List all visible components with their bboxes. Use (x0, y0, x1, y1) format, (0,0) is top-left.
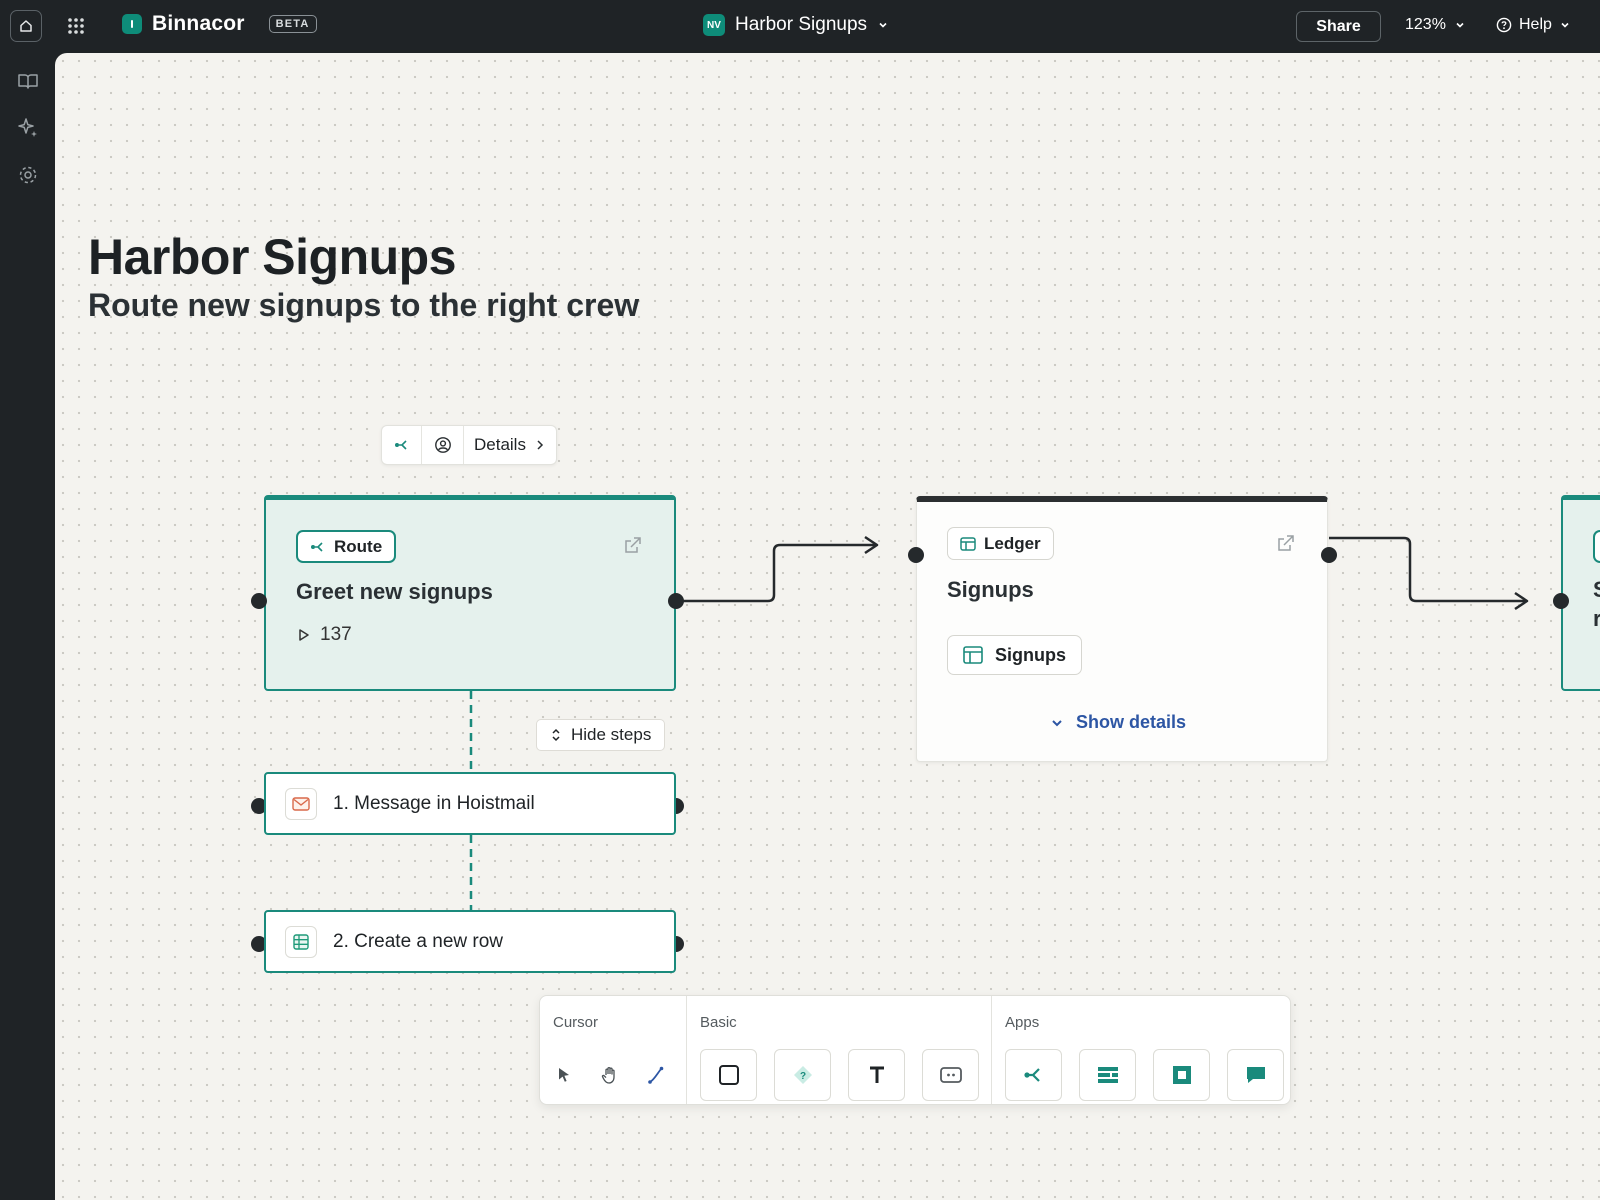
tool-palette: Cursor Basic ? Apps (539, 995, 1291, 1105)
table-icon (960, 536, 976, 551)
route-output-port[interactable] (668, 593, 684, 609)
next-card-tag (1593, 530, 1600, 563)
route-icon[interactable] (1005, 1049, 1062, 1101)
next-input-port[interactable] (1553, 593, 1569, 609)
ledger-output-port[interactable] (1321, 547, 1337, 563)
book-icon[interactable] (16, 69, 40, 93)
hand-icon[interactable] (596, 1049, 624, 1101)
chevron-down-icon (879, 22, 887, 28)
show-details-label: Show details (1076, 712, 1187, 732)
pointer-icon[interactable] (550, 1049, 578, 1101)
chevron-down-icon (1052, 719, 1062, 726)
chevron-down-icon (1456, 22, 1464, 28)
ledger-card[interactable]: Ledger Signups Signups Show details (916, 496, 1328, 762)
beta-badge: BETA (268, 15, 317, 33)
app-grid-button[interactable] (64, 14, 88, 38)
home-button[interactable] (10, 10, 42, 42)
interface-icon[interactable] (1079, 1049, 1136, 1101)
brand-name: Binnacor (152, 12, 245, 35)
chat-icon[interactable] (1227, 1049, 1284, 1101)
workflow-canvas[interactable]: Harbor Signups Route new signups to the … (55, 53, 1600, 1200)
run-count: 137 (298, 624, 352, 646)
play-icon (299, 629, 309, 641)
gear-icon[interactable] (16, 163, 40, 187)
square-icon[interactable] (700, 1049, 757, 1101)
document-name: Harbor Signups (735, 14, 868, 35)
route-icon (311, 541, 323, 552)
ledger-title: Signups (947, 577, 1034, 602)
wire-ledger-to-next (1329, 536, 1525, 603)
help-icon (1496, 17, 1512, 33)
step-1[interactable]: 1. Message in Hoistmail (264, 772, 676, 835)
sparkle-icon[interactable] (16, 116, 40, 140)
route-icon[interactable] (382, 426, 422, 464)
ledger-tag: Ledger (947, 527, 1054, 560)
wire-route-to-ledger (676, 543, 875, 603)
open-external-icon[interactable] (622, 534, 644, 556)
route-tag: Route (296, 530, 397, 563)
apps-group: Apps (992, 996, 1290, 1104)
table-chip[interactable]: Signups (947, 635, 1082, 675)
grid-icon (68, 18, 84, 34)
help-label: Help (1519, 16, 1552, 33)
hide-steps-label: Hide steps (571, 725, 652, 744)
mail-icon (285, 787, 317, 820)
hide-steps-button[interactable]: Hide steps (536, 719, 666, 751)
ledger-block-icon[interactable] (1153, 1049, 1210, 1101)
connector-icon[interactable] (642, 1049, 670, 1101)
left-rail (0, 53, 55, 1200)
next-card[interactable]: S r (1561, 495, 1600, 691)
text-icon[interactable] (848, 1049, 905, 1101)
avatar: NV (703, 14, 725, 36)
brand[interactable]: Binnacor BETA (122, 12, 317, 36)
step-label: 2. Create a new row (333, 930, 504, 952)
help-menu[interactable]: Help (1496, 16, 1571, 34)
zoom-level: 123% (1405, 16, 1446, 33)
user-circle-icon[interactable] (422, 426, 464, 464)
top-bar: Binnacor BETA NV Harbor Signups Share 12… (0, 0, 1600, 53)
route-tag-label: Route (334, 536, 383, 556)
next-card-subtitle: r (1593, 606, 1600, 631)
ledger-input-port[interactable] (908, 547, 924, 563)
node-toolbar: Details (381, 425, 557, 465)
details-label: Details (474, 435, 526, 454)
zoom-control[interactable]: 123% (1405, 16, 1466, 34)
open-external-icon[interactable] (1275, 532, 1297, 554)
table-chip-label: Signups (995, 644, 1066, 665)
show-details-link[interactable]: Show details (1050, 712, 1186, 733)
chevron-right-icon (537, 440, 544, 450)
route-input-port[interactable] (251, 593, 267, 609)
chevron-down-icon (1561, 22, 1569, 28)
basic-group-label: Basic (700, 1014, 737, 1031)
cursor-group: Cursor (540, 996, 687, 1104)
brand-logo-icon (122, 14, 142, 34)
ledger-tag-label: Ledger (984, 533, 1041, 553)
cursor-group-label: Cursor (553, 1014, 599, 1031)
share-button[interactable]: Share (1296, 11, 1381, 42)
apps-group-label: Apps (1005, 1014, 1040, 1031)
table-icon (963, 646, 983, 664)
decision-icon[interactable]: ? (774, 1049, 831, 1101)
document-switcher[interactable]: NV Harbor Signups (703, 14, 889, 36)
basic-group: Basic ? (687, 996, 992, 1104)
home-icon (20, 20, 32, 32)
details-button[interactable]: Details (464, 426, 556, 464)
step-label: 1. Message in Hoistmail (333, 792, 535, 814)
svg-text:?: ? (799, 1071, 805, 1082)
run-count-value: 137 (320, 624, 352, 645)
route-title: Greet new signups (296, 579, 493, 604)
step-2[interactable]: 2. Create a new row (264, 910, 676, 973)
button-icon[interactable] (922, 1049, 979, 1101)
table-icon (285, 925, 317, 958)
route-card[interactable]: Route Greet new signups 137 (264, 495, 676, 691)
next-card-title: S (1593, 577, 1600, 603)
collapse-icon (552, 728, 560, 742)
